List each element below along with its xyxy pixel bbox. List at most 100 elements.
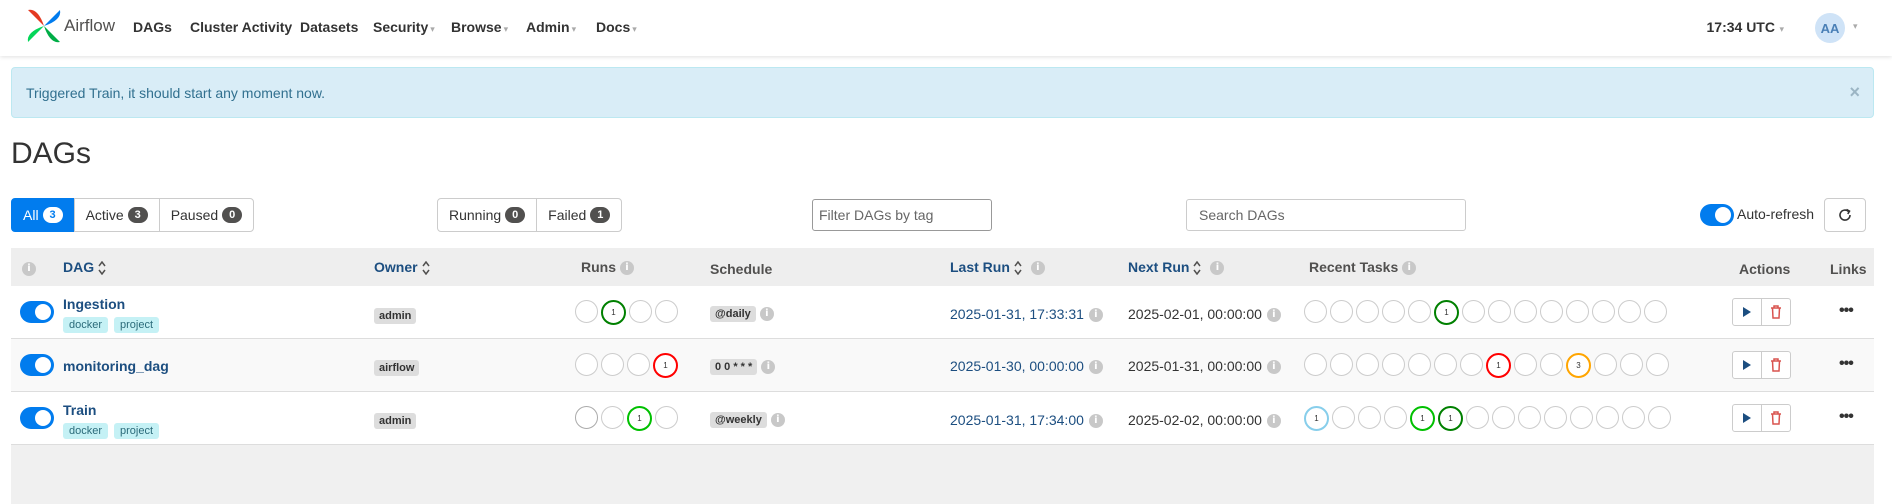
owner-badge[interactable]: airflow <box>374 360 420 376</box>
info-icon[interactable]: i <box>1210 261 1225 276</box>
tag-badge[interactable]: project <box>114 423 160 439</box>
task-state-circle[interactable] <box>1518 406 1541 429</box>
task-state-circle[interactable] <box>1540 300 1563 323</box>
task-state-circle[interactable]: 3 <box>1566 353 1591 378</box>
owner-badge[interactable]: admin <box>374 413 417 429</box>
run-state-circle[interactable] <box>601 353 624 376</box>
close-icon[interactable]: × <box>1849 82 1860 103</box>
schedule-badge[interactable]: 0 0 * * * <box>710 359 758 375</box>
task-state-circle[interactable] <box>1644 300 1667 323</box>
task-state-circle[interactable] <box>1594 353 1617 376</box>
task-state-circle[interactable] <box>1358 406 1381 429</box>
trigger-dag-button[interactable] <box>1732 404 1762 432</box>
info-icon[interactable]: i <box>761 360 776 374</box>
airflow-logo-icon[interactable] <box>24 6 64 46</box>
more-links-icon[interactable]: ••• <box>1839 302 1854 320</box>
info-icon[interactable]: i <box>1088 414 1103 429</box>
owner-badge[interactable]: admin <box>374 308 417 324</box>
tag-filter-input[interactable] <box>812 199 992 231</box>
utc-clock[interactable]: 17:34 UTC ▾ <box>1707 19 1785 35</box>
run-state-circle[interactable] <box>655 406 678 429</box>
delete-dag-button[interactable] <box>1761 351 1791 379</box>
task-state-circle[interactable] <box>1382 353 1405 376</box>
task-state-circle[interactable] <box>1514 300 1537 323</box>
nav-dags[interactable]: DAGs <box>133 19 172 35</box>
task-state-circle[interactable] <box>1434 353 1457 376</box>
run-state-circle[interactable]: 1 <box>653 353 678 378</box>
task-state-circle[interactable] <box>1596 406 1619 429</box>
task-state-circle[interactable]: 1 <box>1304 406 1329 431</box>
task-state-circle[interactable]: 1 <box>1438 406 1463 431</box>
tag-badge[interactable]: docker <box>63 423 109 439</box>
task-state-circle[interactable] <box>1304 300 1327 323</box>
delete-dag-button[interactable] <box>1761 298 1791 326</box>
run-state-circle[interactable]: 1 <box>601 300 626 325</box>
run-state-circle[interactable] <box>655 300 678 323</box>
nav-browse[interactable]: Browse ▾ <box>451 19 508 35</box>
nav-datasets[interactable]: Datasets <box>300 19 358 35</box>
dag-pause-toggle[interactable] <box>20 301 54 323</box>
task-state-circle[interactable] <box>1514 353 1537 376</box>
filter-all-button[interactable]: All 3 <box>11 198 75 232</box>
task-state-circle[interactable] <box>1304 353 1327 376</box>
header-dag[interactable]: DAG <box>63 259 106 276</box>
nav-admin[interactable]: Admin ▾ <box>526 19 576 35</box>
task-state-circle[interactable] <box>1622 406 1645 429</box>
auto-refresh-toggle[interactable] <box>1700 204 1734 226</box>
dag-name-link[interactable]: Ingestion <box>63 296 125 312</box>
search-input[interactable] <box>1186 199 1466 231</box>
tag-badge[interactable]: project <box>114 317 160 333</box>
task-state-circle[interactable] <box>1620 353 1643 376</box>
filter-paused-button[interactable]: Paused 0 <box>158 198 255 232</box>
task-state-circle[interactable] <box>1408 300 1431 323</box>
schedule-badge[interactable]: @daily <box>710 306 756 322</box>
trigger-dag-button[interactable] <box>1732 298 1762 326</box>
task-state-circle[interactable] <box>1330 353 1353 376</box>
dag-name-link[interactable]: monitoring_dag <box>63 358 169 374</box>
info-icon[interactable]: i <box>759 307 774 321</box>
task-state-circle[interactable] <box>1466 406 1489 429</box>
header-info-icon[interactable]: i <box>22 260 36 277</box>
task-state-circle[interactable] <box>1566 300 1589 323</box>
dag-name-link[interactable]: Train <box>63 402 96 418</box>
task-state-circle[interactable] <box>1570 406 1593 429</box>
task-state-circle[interactable]: 1 <box>1410 406 1435 431</box>
task-state-circle[interactable] <box>1592 300 1615 323</box>
chevron-down-icon[interactable]: ▾ <box>1853 21 1858 32</box>
info-icon[interactable]: i <box>620 261 634 276</box>
nav-security[interactable]: Security ▾ <box>373 19 435 35</box>
info-icon[interactable]: i <box>1402 261 1417 276</box>
task-state-circle[interactable] <box>1462 300 1485 323</box>
run-state-circle[interactable] <box>629 300 652 323</box>
filter-running-button[interactable]: Running 0 <box>437 198 538 232</box>
task-state-circle[interactable] <box>1540 353 1563 376</box>
run-state-circle[interactable] <box>601 406 624 429</box>
schedule-badge[interactable]: @weekly <box>710 412 767 428</box>
run-state-circle[interactable] <box>627 353 650 376</box>
task-state-circle[interactable] <box>1648 406 1671 429</box>
dag-pause-toggle[interactable] <box>20 407 54 429</box>
info-icon[interactable]: i <box>770 413 785 427</box>
info-icon[interactable]: i <box>1088 360 1103 375</box>
tag-badge[interactable]: docker <box>63 317 109 333</box>
task-state-circle[interactable]: 1 <box>1434 300 1459 325</box>
filter-active-button[interactable]: Active 3 <box>73 198 160 232</box>
task-state-circle[interactable] <box>1618 300 1641 323</box>
user-avatar[interactable]: AA <box>1815 13 1845 43</box>
dag-pause-toggle[interactable] <box>20 354 54 376</box>
task-state-circle[interactable] <box>1332 406 1355 429</box>
task-state-circle[interactable] <box>1408 353 1431 376</box>
info-icon[interactable]: i <box>1088 308 1103 323</box>
last-run-link[interactable]: 2025-01-31, 17:33:31 i <box>950 306 1103 323</box>
run-state-circle[interactable]: 1 <box>627 406 652 431</box>
task-state-circle[interactable] <box>1384 406 1407 429</box>
brand-name[interactable]: Airflow <box>64 16 115 36</box>
refresh-button[interactable] <box>1824 198 1866 232</box>
info-icon[interactable]: i <box>1266 414 1281 429</box>
trigger-dag-button[interactable] <box>1732 351 1762 379</box>
task-state-circle[interactable] <box>1492 406 1515 429</box>
task-state-circle[interactable] <box>1646 353 1669 376</box>
task-state-circle[interactable] <box>1356 300 1379 323</box>
last-run-link[interactable]: 2025-01-30, 00:00:00 i <box>950 358 1103 375</box>
more-links-icon[interactable]: ••• <box>1839 408 1854 426</box>
